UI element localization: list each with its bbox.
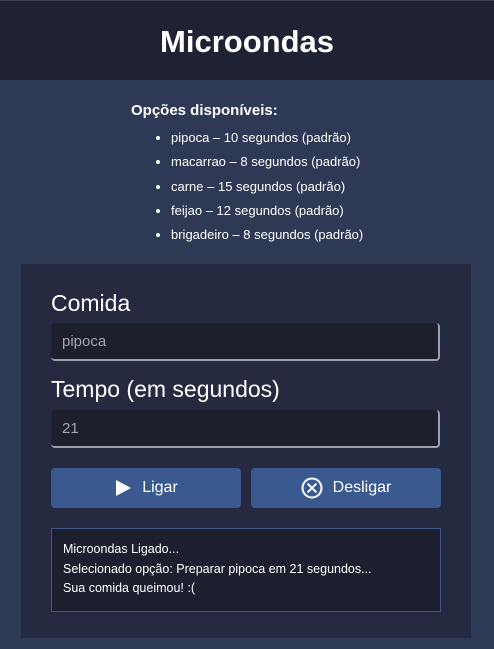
close-circle-icon	[301, 477, 323, 499]
options-section: Opções disponíveis: pipoca – 10 segundos…	[131, 102, 363, 247]
log-line: Microondas Ligado...	[63, 542, 180, 556]
time-label: Tempo (em segundos)	[51, 376, 280, 402]
header-bar: Microondas	[0, 0, 494, 80]
option-item-macarrao: macarrao – 8 segundos (padrão)	[171, 150, 363, 174]
options-title: Opções disponíveis:	[131, 102, 278, 119]
start-button-label: Ligar	[142, 479, 178, 496]
options-list: pipoca – 10 segundos (padrão) macarrao –…	[131, 126, 363, 247]
control-panel: Comida Tempo (em segundos) Ligar Desliga…	[21, 264, 471, 638]
food-label: Comida	[51, 290, 131, 316]
time-input[interactable]	[51, 410, 440, 448]
page-title: Microondas	[160, 23, 334, 59]
play-icon	[114, 479, 132, 497]
log-line: Sua comida queimou! :(	[63, 581, 196, 595]
food-input[interactable]	[51, 323, 440, 361]
status-log: Microondas Ligado... Selecionado opção: …	[51, 528, 441, 612]
option-item-brigadeiro: brigadeiro – 8 segundos (padrão)	[171, 223, 363, 247]
stop-button[interactable]: Desligar	[251, 468, 441, 508]
option-item-carne: carne – 15 segundos (padrão)	[171, 175, 363, 199]
stop-button-label: Desligar	[332, 479, 392, 496]
option-item-pipoca: pipoca – 10 segundos (padrão)	[171, 126, 363, 150]
option-item-feijao: feijao – 12 segundos (padrão)	[171, 199, 363, 223]
log-line: Selecionado opção: Preparar pipoca em 21…	[63, 561, 372, 576]
start-button[interactable]: Ligar	[51, 468, 241, 508]
